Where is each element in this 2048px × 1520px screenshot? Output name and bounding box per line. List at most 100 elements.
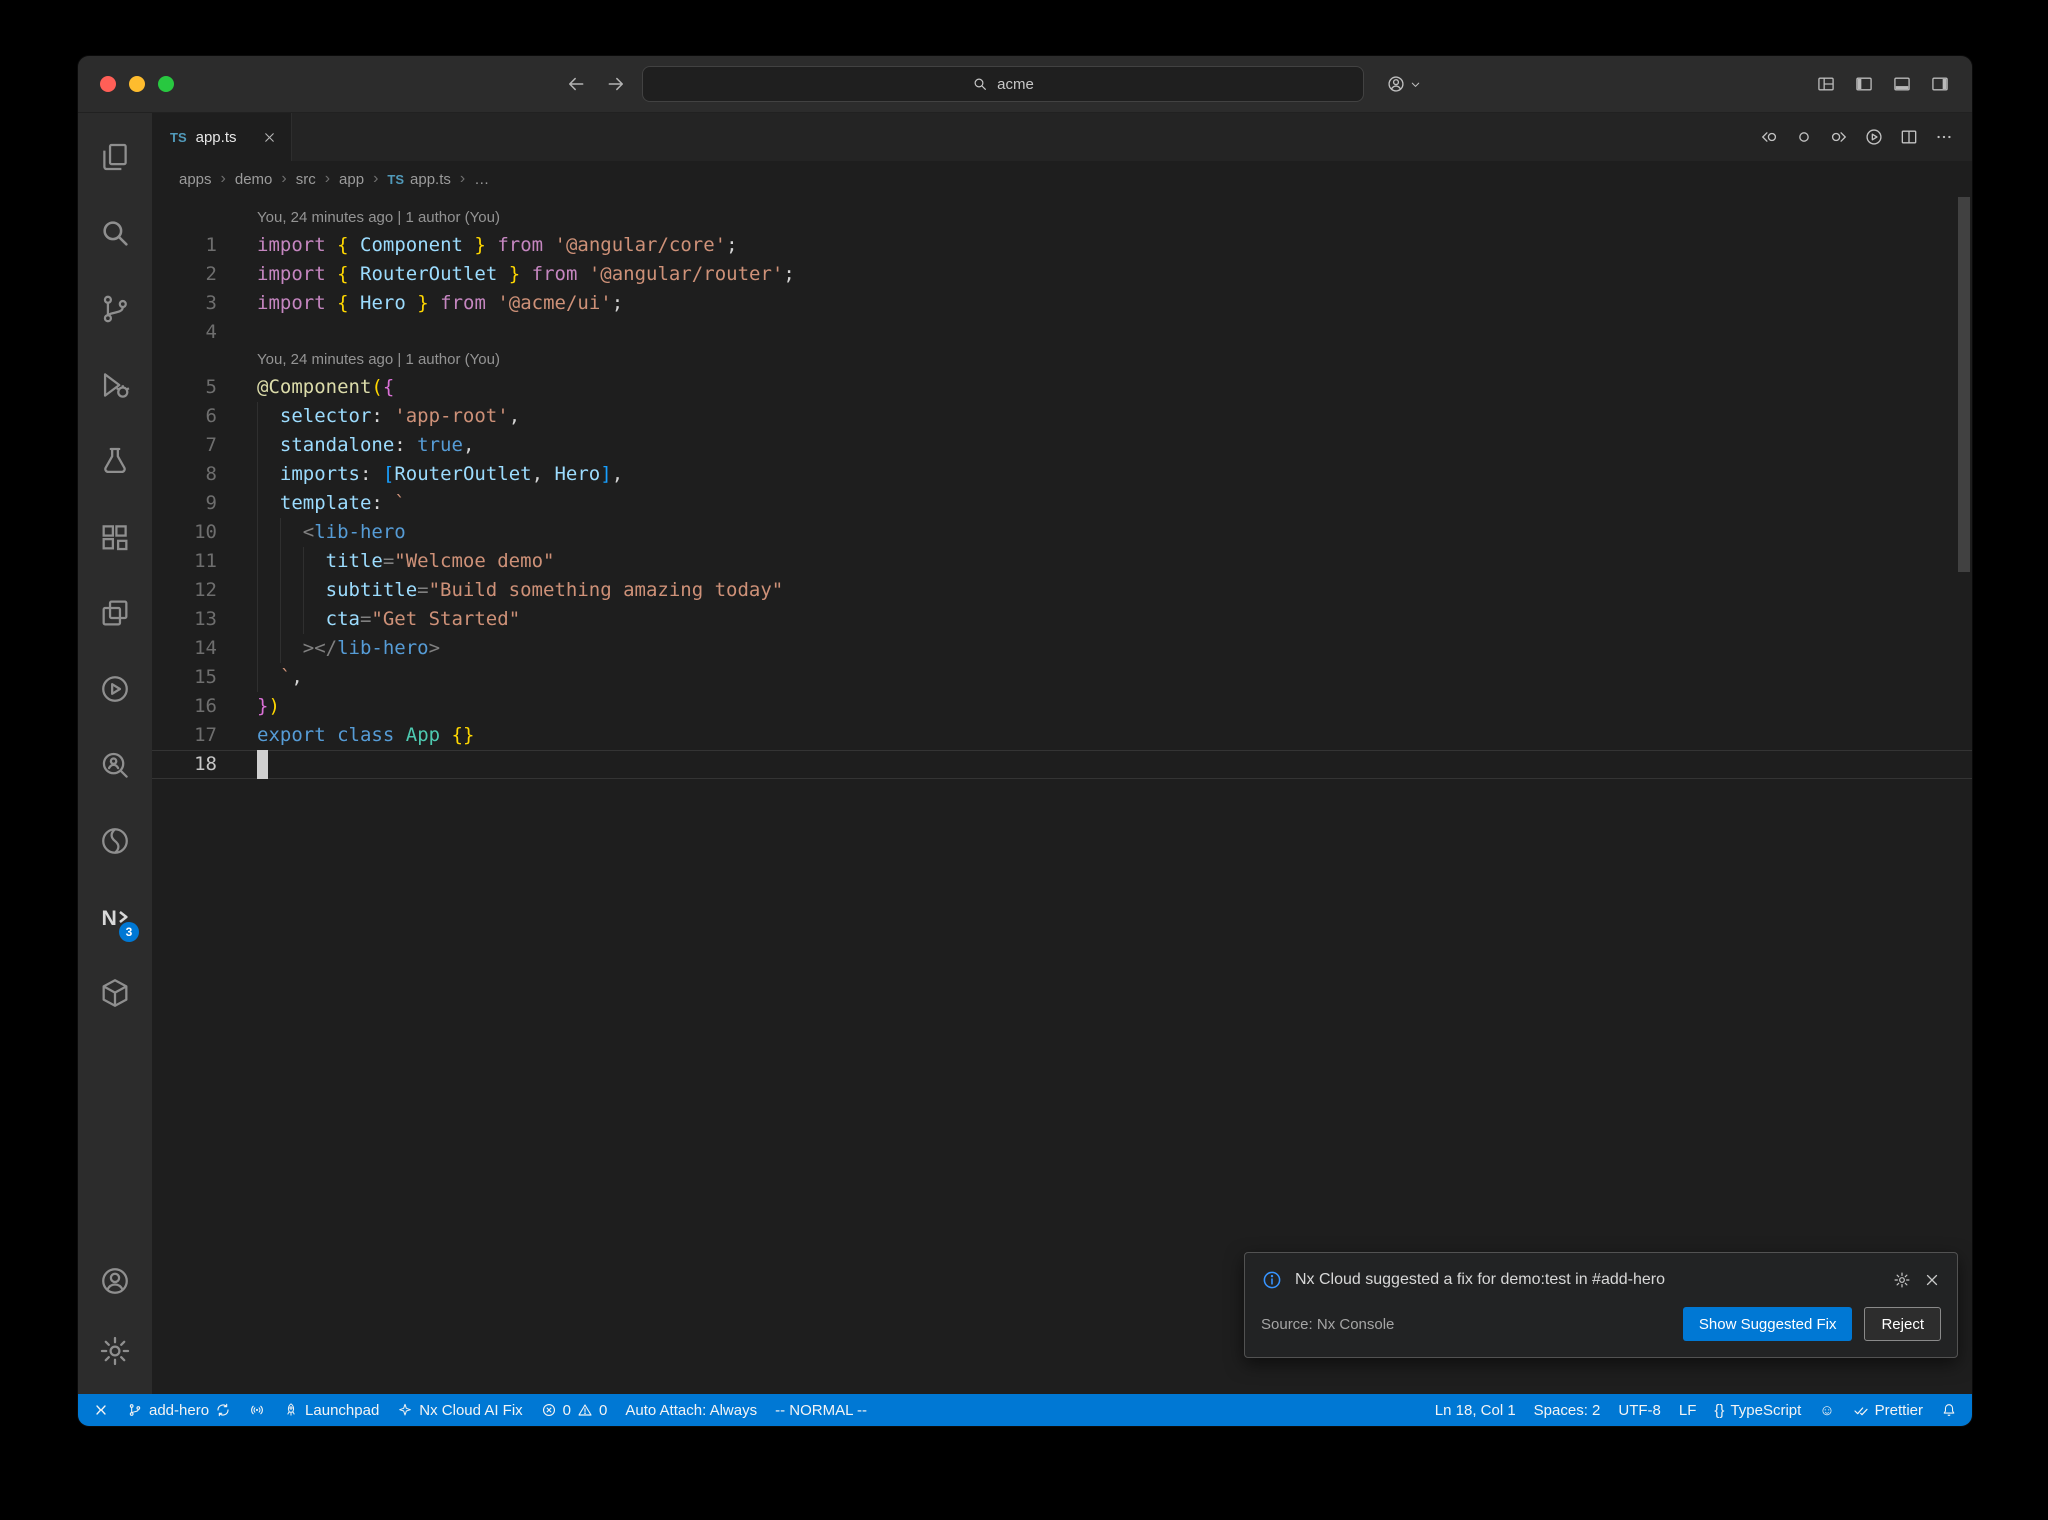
tab-close-button[interactable]	[262, 130, 277, 145]
status-notifications[interactable]	[1932, 1394, 1966, 1426]
close-icon	[1923, 1271, 1941, 1289]
line-number[interactable]: 10	[152, 518, 257, 547]
line-number[interactable]: 14	[152, 634, 257, 663]
line-number[interactable]: 5	[152, 373, 257, 402]
line-number[interactable]: 16	[152, 692, 257, 721]
status-label: Auto Attach: Always	[625, 1401, 758, 1419]
breadcrumb-item[interactable]: app	[339, 171, 364, 188]
status-label: UTF-8	[1618, 1401, 1661, 1419]
branch-icon	[127, 1402, 143, 1418]
status-remote-indicator[interactable]	[84, 1394, 118, 1426]
status-problems[interactable]: 00	[532, 1394, 617, 1426]
activity-bar-bottom	[78, 1246, 152, 1394]
account-menu[interactable]	[1386, 74, 1422, 94]
window-close-button[interactable]	[100, 76, 116, 92]
line-number[interactable]: 18	[152, 750, 257, 779]
activity-item-settings[interactable]	[78, 1316, 152, 1386]
line-number[interactable]	[152, 347, 257, 373]
status-indentation[interactable]: Spaces: 2	[1525, 1394, 1610, 1426]
line-number[interactable]: 17	[152, 721, 257, 750]
status-prettier[interactable]: Prettier	[1844, 1394, 1932, 1426]
activity-item-run-profile[interactable]	[78, 651, 152, 727]
activity-bar-top: 3	[78, 119, 152, 1031]
status-nx-cloud-ai-fix[interactable]: Nx Cloud AI Fix	[388, 1394, 531, 1426]
notification-close-button[interactable]	[1923, 1271, 1941, 1289]
notification-source: Source: Nx Console	[1261, 1315, 1395, 1333]
activity-item-run-debug[interactable]	[78, 347, 152, 423]
line-content: import { RouterOutlet } from '@angular/r…	[257, 263, 795, 285]
history-forward-button[interactable]	[606, 74, 626, 94]
line-content	[257, 318, 1972, 347]
notification-buttons: Show Suggested Fix Reject	[1682, 1307, 1941, 1341]
status-encoding[interactable]: UTF-8	[1609, 1394, 1670, 1426]
line-number[interactable]: 8	[152, 460, 257, 489]
line-number[interactable]: 9	[152, 489, 257, 518]
activity-item-explorer[interactable]	[78, 119, 152, 195]
marker-button[interactable]	[1794, 127, 1814, 147]
line-content: `,	[257, 663, 1972, 692]
code-line: 8 imports: [RouterOutlet, Hero],	[152, 460, 1972, 489]
reject-button[interactable]: Reject	[1864, 1307, 1941, 1341]
nav-back-button[interactable]	[1759, 127, 1779, 147]
split-editor-button[interactable]	[1899, 127, 1919, 147]
activity-item-source-control[interactable]	[78, 271, 152, 347]
activity-item-nx-console[interactable]: 3	[78, 879, 152, 955]
chevron-right-icon: ›	[324, 170, 331, 187]
indent-guide	[279, 518, 281, 547]
breadcrumb-item[interactable]: …	[474, 171, 489, 188]
activity-item-search[interactable]	[78, 195, 152, 271]
panel-bottom-icon	[1892, 74, 1912, 94]
activity-item-testing[interactable]	[78, 423, 152, 499]
tab-app-ts[interactable]: TS app.ts	[152, 113, 292, 161]
more-actions-button[interactable]	[1934, 127, 1954, 147]
activity-item-editor-layouts[interactable]	[78, 575, 152, 651]
activity-item-extensions[interactable]	[78, 499, 152, 575]
breadcrumb-item[interactable]: demo	[235, 171, 273, 188]
status-language-mode[interactable]: {} TypeScript	[1705, 1394, 1810, 1426]
breadcrumb-item[interactable]: TS app.ts	[387, 171, 451, 188]
breadcrumb-item[interactable]: apps	[179, 171, 212, 188]
activity-item-accounts[interactable]	[78, 1246, 152, 1316]
breadcrumb-item[interactable]: src	[296, 171, 316, 188]
line-number[interactable]: 6	[152, 402, 257, 431]
code-line: 2 import { RouterOutlet } from '@angular/…	[152, 260, 1972, 289]
line-number[interactable]: 2	[152, 260, 257, 289]
show-suggested-fix-button[interactable]: Show Suggested Fix	[1682, 1307, 1853, 1341]
history-back-button[interactable]	[566, 74, 586, 94]
line-number[interactable]: 13	[152, 605, 257, 634]
line-number[interactable]: 11	[152, 547, 257, 576]
activity-item-azure[interactable]	[78, 803, 152, 879]
line-number[interactable]: 12	[152, 576, 257, 605]
line-number[interactable]	[152, 205, 257, 231]
status-vim-mode[interactable]: -- NORMAL --	[766, 1394, 876, 1426]
nav-forward-button[interactable]	[1829, 127, 1849, 147]
status-launchpad[interactable]: Launchpad	[274, 1394, 388, 1426]
line-number[interactable]: 4	[152, 318, 257, 347]
activity-item-references[interactable]	[78, 727, 152, 803]
status-eol[interactable]: LF	[1670, 1394, 1706, 1426]
line-number[interactable]: 1	[152, 231, 257, 260]
command-center-search[interactable]: acme	[642, 66, 1364, 102]
panel-left-button[interactable]	[1854, 74, 1874, 94]
line-number[interactable]: 7	[152, 431, 257, 460]
status-broadcast[interactable]	[240, 1394, 274, 1426]
line-number[interactable]: 3	[152, 289, 257, 318]
gear-icon	[1893, 1271, 1911, 1289]
account-icon	[98, 1264, 132, 1298]
line-number[interactable]: 15	[152, 663, 257, 692]
chevron-right-icon: ›	[281, 170, 287, 187]
code-editor[interactable]: Nx Cloud suggested a fix for demo:test i…	[152, 197, 1972, 1394]
window-zoom-button[interactable]	[158, 76, 174, 92]
status-cursor-position[interactable]: Ln 18, Col 1	[1426, 1394, 1525, 1426]
activity-item-package-explorer[interactable]	[78, 955, 152, 1031]
status-branch[interactable]: add-hero	[118, 1394, 240, 1426]
notification-settings-button[interactable]	[1893, 1271, 1911, 1289]
layout-button[interactable]	[1816, 74, 1836, 94]
panel-bottom-button[interactable]	[1892, 74, 1912, 94]
status-feedback[interactable]: ☺	[1810, 1394, 1843, 1426]
panel-right-button[interactable]	[1930, 74, 1950, 94]
status-auto-attach[interactable]: Auto Attach: Always	[616, 1394, 766, 1426]
search-icon	[98, 216, 132, 250]
window-minimize-button[interactable]	[129, 76, 145, 92]
run-file-button[interactable]	[1864, 127, 1884, 147]
